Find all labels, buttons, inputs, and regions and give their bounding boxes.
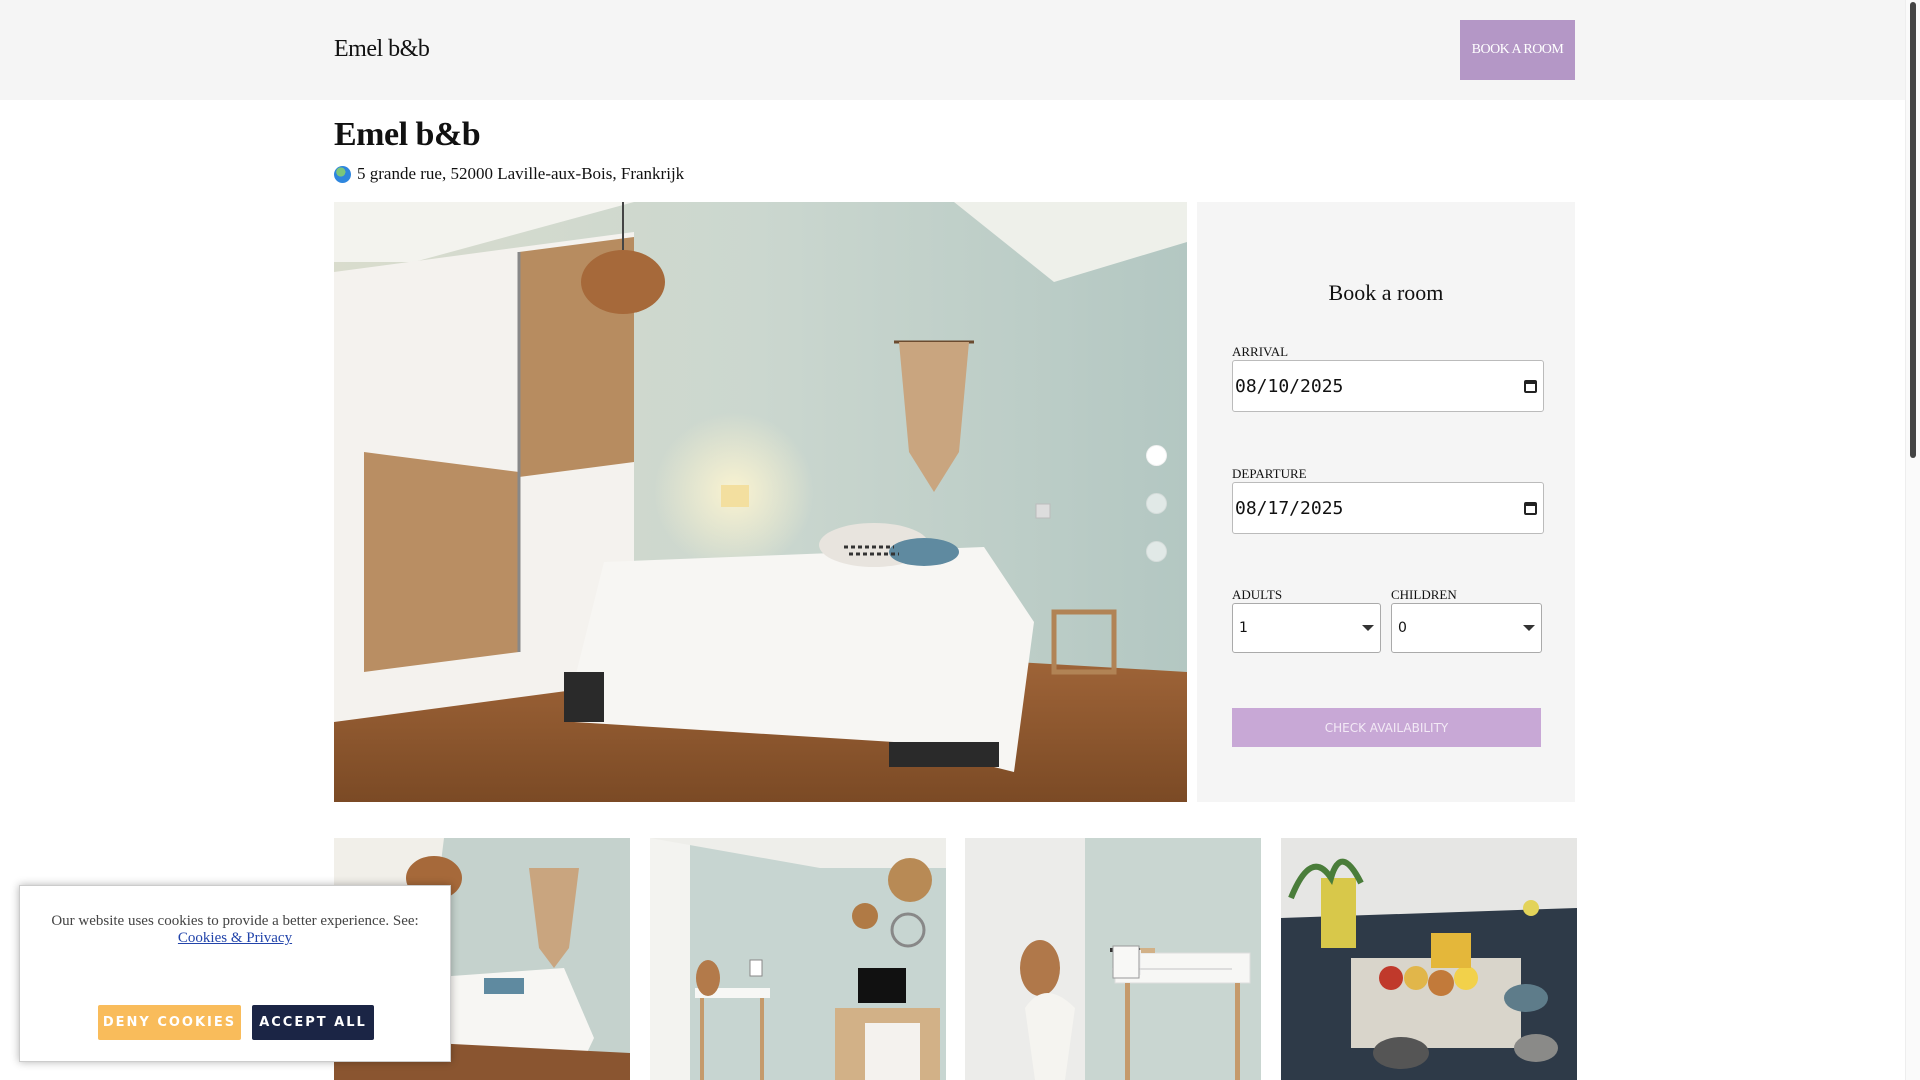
desk-lantern-photo xyxy=(965,838,1261,1080)
check-availability-button[interactable]: CHECK AVAILABILITY xyxy=(1232,708,1541,747)
breakfast-table-photo xyxy=(1281,838,1577,1080)
adults-label: ADULTS xyxy=(1232,587,1283,602)
carousel-dot-3[interactable] xyxy=(1146,541,1167,562)
adults-value: 1 xyxy=(1239,620,1248,636)
booking-heading: Book a room xyxy=(1328,280,1444,305)
calendar-icon[interactable] xyxy=(1524,501,1537,515)
site-brand[interactable]: Emel b&b xyxy=(334,36,430,63)
cookies-privacy-link[interactable]: Cookies & Privacy xyxy=(178,930,292,946)
departure-label: DEPARTURE xyxy=(1232,466,1307,481)
children-value: 0 xyxy=(1398,620,1407,636)
page-title: Emel b&b xyxy=(334,116,481,153)
adults-select[interactable]: 1 xyxy=(1232,603,1381,653)
thumbnail-4[interactable] xyxy=(1281,838,1577,1080)
caret-down-icon xyxy=(1523,625,1535,631)
thumbnail-3[interactable] xyxy=(965,838,1261,1080)
deny-cookies-button[interactable]: DENY COOKIES xyxy=(98,1005,241,1040)
arrival-date-input[interactable]: 08/10/2025 xyxy=(1232,360,1544,412)
carousel-dots xyxy=(1146,445,1167,562)
cookie-text: Our website uses cookies to provide a be… xyxy=(51,913,419,929)
globe-icon xyxy=(334,165,351,183)
departure-date-input[interactable]: 08/17/2025 xyxy=(1232,482,1544,534)
departure-date-value: 08/17/2025 xyxy=(1235,497,1344,519)
calendar-icon[interactable] xyxy=(1524,379,1537,393)
book-a-room-button[interactable]: BOOK A ROOM xyxy=(1460,20,1575,80)
caret-down-icon xyxy=(1362,625,1374,631)
carousel-dot-2[interactable] xyxy=(1146,493,1167,514)
cookie-banner: Our website uses cookies to provide a be… xyxy=(19,885,451,1062)
accept-all-button[interactable]: ACCEPT ALL xyxy=(252,1005,374,1040)
cookie-message: Our website uses cookies to provide a be… xyxy=(20,913,450,947)
site-header: Emel b&b BOOK A ROOM xyxy=(0,0,1920,100)
address-line: 5 grande rue, 52000 Laville-aux-Bois, Fr… xyxy=(334,164,684,184)
desk-tv-photo xyxy=(650,838,946,1080)
address-text: 5 grande rue, 52000 Laville-aux-Bois, Fr… xyxy=(357,164,685,183)
scroll-thumb[interactable] xyxy=(1910,2,1916,458)
children-label: CHILDREN xyxy=(1391,587,1457,602)
bedroom-photo xyxy=(334,202,1187,802)
arrival-label: ARRIVAL xyxy=(1232,344,1289,359)
arrival-date-value: 08/10/2025 xyxy=(1235,375,1344,397)
thumbnail-2[interactable] xyxy=(650,838,946,1080)
booking-panel: Book a room ARRIVAL 08/10/2025 DEPARTURE… xyxy=(1197,202,1575,802)
hero-image[interactable] xyxy=(334,202,1187,802)
page-scrollbar[interactable] xyxy=(1905,0,1920,1080)
carousel-dot-1[interactable] xyxy=(1146,445,1167,466)
children-select[interactable]: 0 xyxy=(1391,603,1542,653)
